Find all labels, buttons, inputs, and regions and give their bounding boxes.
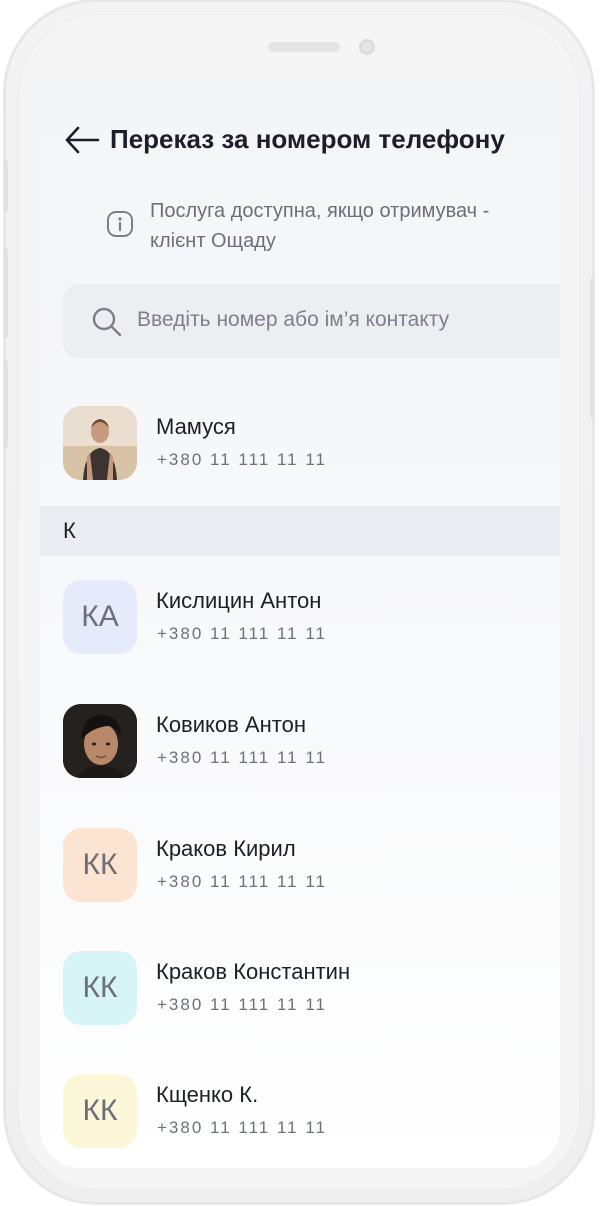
avatar [63, 406, 137, 480]
header: Переказ за номером телефону [40, 118, 560, 162]
avatar: КК [63, 1074, 137, 1148]
search-icon [92, 307, 122, 337]
back-button[interactable] [62, 120, 102, 160]
avatar-photo [63, 704, 137, 778]
front-camera [359, 39, 375, 55]
contact-item[interactable]: Ковиков Антон +380 11 111 11 11 [40, 692, 560, 788]
screen: Переказ за номером телефону Послуга дост… [40, 78, 560, 1168]
contact-item[interactable]: КК Краков Константин +380 11 111 11 11 [40, 939, 560, 1035]
contact-name: Мамуся [156, 414, 236, 439]
avatar-photo [63, 406, 137, 480]
contact-phone: +380 11 111 11 11 [157, 624, 327, 643]
contact-name: Краков Константин [156, 959, 351, 984]
contact-phone: +380 11 111 11 11 [157, 872, 327, 891]
contact-item[interactable]: КК Краков Кирил +380 11 111 11 11 [40, 816, 560, 912]
contact-phone: +380 11 111 11 11 [157, 450, 327, 469]
avatar: КК [63, 951, 137, 1025]
contact-item[interactable]: КА Кислицин Антон +380 11 111 11 11 [40, 568, 560, 664]
arrow-left-icon [65, 126, 100, 154]
info-notice: Послуга доступна, якщо отримувач - клієн… [106, 196, 546, 258]
contact-phone: +380 11 111 11 11 [157, 748, 327, 767]
contact-name: Краков Кирил [156, 836, 296, 861]
info-icon [107, 211, 133, 237]
side-button [590, 278, 594, 418]
contact-item[interactable]: Мамуся +380 11 111 11 11 [40, 394, 560, 490]
avatar: КК [63, 828, 137, 902]
info-text: Послуга доступна, якщо отримувач - клієн… [150, 200, 490, 252]
search-field[interactable]: Введіть номер або ім’я контакту [63, 284, 560, 358]
contact-name: Кщенко К. [156, 1082, 259, 1107]
section-header: К [40, 506, 560, 556]
speaker-grille [268, 42, 340, 52]
side-button [4, 160, 8, 212]
contact-name: Ковиков Антон [156, 712, 306, 737]
search-input[interactable]: Введіть номер або ім’я контакту [137, 308, 557, 332]
avatar: КА [63, 580, 137, 654]
contact-name: Кислицин Антон [156, 588, 322, 613]
avatar [63, 704, 137, 778]
contact-phone: +380 11 111 11 11 [157, 995, 327, 1014]
contact-item[interactable]: КК Кщенко К. +380 11 111 11 11 [40, 1062, 560, 1158]
section-letter: К [63, 518, 76, 543]
page-title: Переказ за номером телефону [110, 124, 505, 154]
side-button [4, 360, 8, 448]
side-button [4, 248, 8, 338]
contact-phone: +380 11 111 11 11 [157, 1118, 327, 1137]
